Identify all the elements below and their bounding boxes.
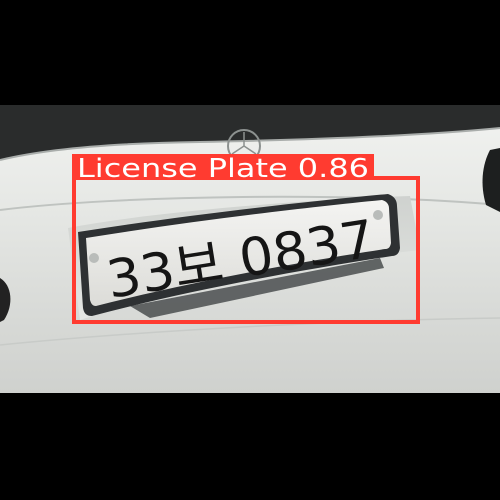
image-canvas: 33보 0837 License Plate 0.86: [0, 0, 500, 500]
detection-label: License Plate 0.86: [77, 154, 369, 184]
detection-class-label: License Plate: [77, 154, 288, 184]
detection-confidence: 0.86: [298, 154, 369, 184]
detection-overlay: License Plate 0.86: [72, 154, 420, 324]
detection-bounding-box: [72, 176, 420, 324]
